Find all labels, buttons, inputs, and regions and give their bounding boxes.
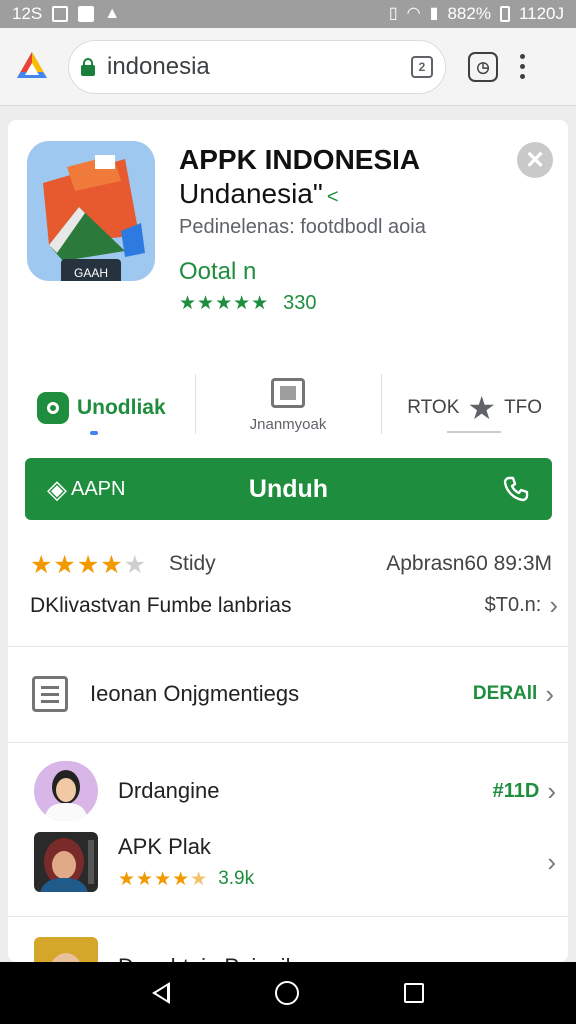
notification-icon: ▲ [104,5,121,22]
price-text: $T0.n: [484,594,542,616]
tab-install-label: Unodliak [76,396,166,419]
divider [8,646,568,647]
app-subtitle: Undanesia" ˂ [179,178,339,210]
photo-icon [78,6,95,22]
tab-count: 2 [418,59,426,74]
list-item-value: #11D [492,779,540,802]
chevron-right-icon: › [549,590,558,620]
status-bar: 12S ▲ ▯ ◠ ▮ 882% 1120J [0,0,576,28]
vibrate-icon: ▯ [388,5,398,22]
tabs-button[interactable]: ◷ [468,51,498,82]
tab-device[interactable]: Jnanmyoak [194,368,382,448]
avatar [34,937,98,962]
subtitle-mark: ˂ [326,186,339,208]
app-icon-label: GAAH [74,266,108,280]
status-text: 12S [12,4,43,23]
list-item-count: 3.9k [218,868,255,889]
avatar [34,761,98,821]
home-icon[interactable] [274,981,299,1005]
app-category[interactable]: Ootal n [179,258,256,286]
clock: 1120J [518,4,564,23]
wifi-icon: ◠ [406,5,421,22]
gallery-icon [52,6,69,22]
diamond-icon: ◈ [47,474,67,504]
recent-apps-icon[interactable] [403,983,424,1003]
tab-device-label: Jnanmyoak [249,415,327,433]
close-button[interactable]: ✕ [517,142,553,178]
tab-underline [447,431,502,433]
tab-install[interactable]: Unodliak [8,368,195,448]
rating-count: 330 [283,292,317,314]
description-row[interactable]: DKlivastvan Fumbe lanbrias $T0.n: › [30,590,558,621]
list-item-stars: ★★★★★ [118,868,209,890]
install-button[interactable]: ◈ AAPN Unduh [25,458,552,520]
rating-summary-stars: ★★★★★ [30,551,148,579]
navigation-bar [0,962,576,1024]
device-icon [271,377,305,408]
chevron-right-icon: › [547,775,556,806]
avatar [34,832,98,892]
more-menu-icon[interactable] [520,54,525,79]
app-developer: Pedinelenas: footdbodl aoia [179,216,426,238]
app-install-card: GAAH APPK INDONESIA Undanesia" ˂ ✕ Pedine… [8,120,568,962]
list-item-name: APK Plak [118,833,211,859]
divider [8,742,568,743]
address-bar[interactable]: indonesia 2 [68,39,446,94]
star-icon: ★ [467,390,497,426]
description-text: DKlivastvan Fumbe lanbrias [30,593,292,617]
back-icon[interactable] [152,982,171,1004]
tab-rating[interactable]: RTOK ★ TFO [381,368,568,448]
chevron-right-icon: › [547,846,556,877]
install-left-label: AAPN [71,477,126,500]
url-text[interactable]: indonesia [107,53,411,81]
battery-text: 882% [447,4,491,23]
battery-icon [499,6,510,22]
app-icon: GAAH [27,141,155,281]
document-row[interactable]: Ieonan Onjgmentiegs DERAll › [32,670,554,718]
app-title: APPK INDONESIA [179,144,421,175]
list-item[interactable]: APK Plak ★★★★★ 3.9k › [34,830,556,894]
divider [8,916,568,917]
browser-logo-icon[interactable] [14,49,50,85]
list-item[interactable]: Dnenhtaia Paianibans [34,935,556,962]
action-tabs: Unodliak Jnanmyoak RTOK ★ TFO [8,368,568,448]
install-icon [36,392,69,424]
rating-summary: ★★★★★ Stidy Apbrasn60 89:3M [30,550,552,580]
tab-rating-label: RTOK [407,397,460,418]
detail-link[interactable]: DERAll [473,683,537,705]
rating-study: Stidy [169,552,216,575]
install-left: ◈ AAPN [47,476,125,502]
document-label: Ieonan Onjgmentiegs [90,681,300,706]
chevron-right-icon: › [545,678,554,709]
list-item-name: Dnenhtaia Paianibans [118,954,333,962]
rating-stars: ★★★★★ [179,293,270,314]
tab-rating-label-2: TFO [504,397,543,418]
tab-switcher-icon[interactable]: 2 [411,55,433,78]
list-item[interactable]: Drdangine #11D › [34,759,556,823]
app-subtitle-text: Undanesia" [179,178,323,209]
phone-icon [503,476,529,502]
list-item-name: Drdangine [118,778,220,803]
browser-toolbar: indonesia 2 ◷ [0,28,576,106]
signal-icon: ▮ [429,5,439,22]
rating-approx: Apbrasn60 89:3M [386,552,552,575]
tab-active-indicator [90,431,98,435]
lock-icon [81,57,95,76]
app-rating: ★★★★★ 330 [179,292,317,315]
document-icon [32,676,68,712]
